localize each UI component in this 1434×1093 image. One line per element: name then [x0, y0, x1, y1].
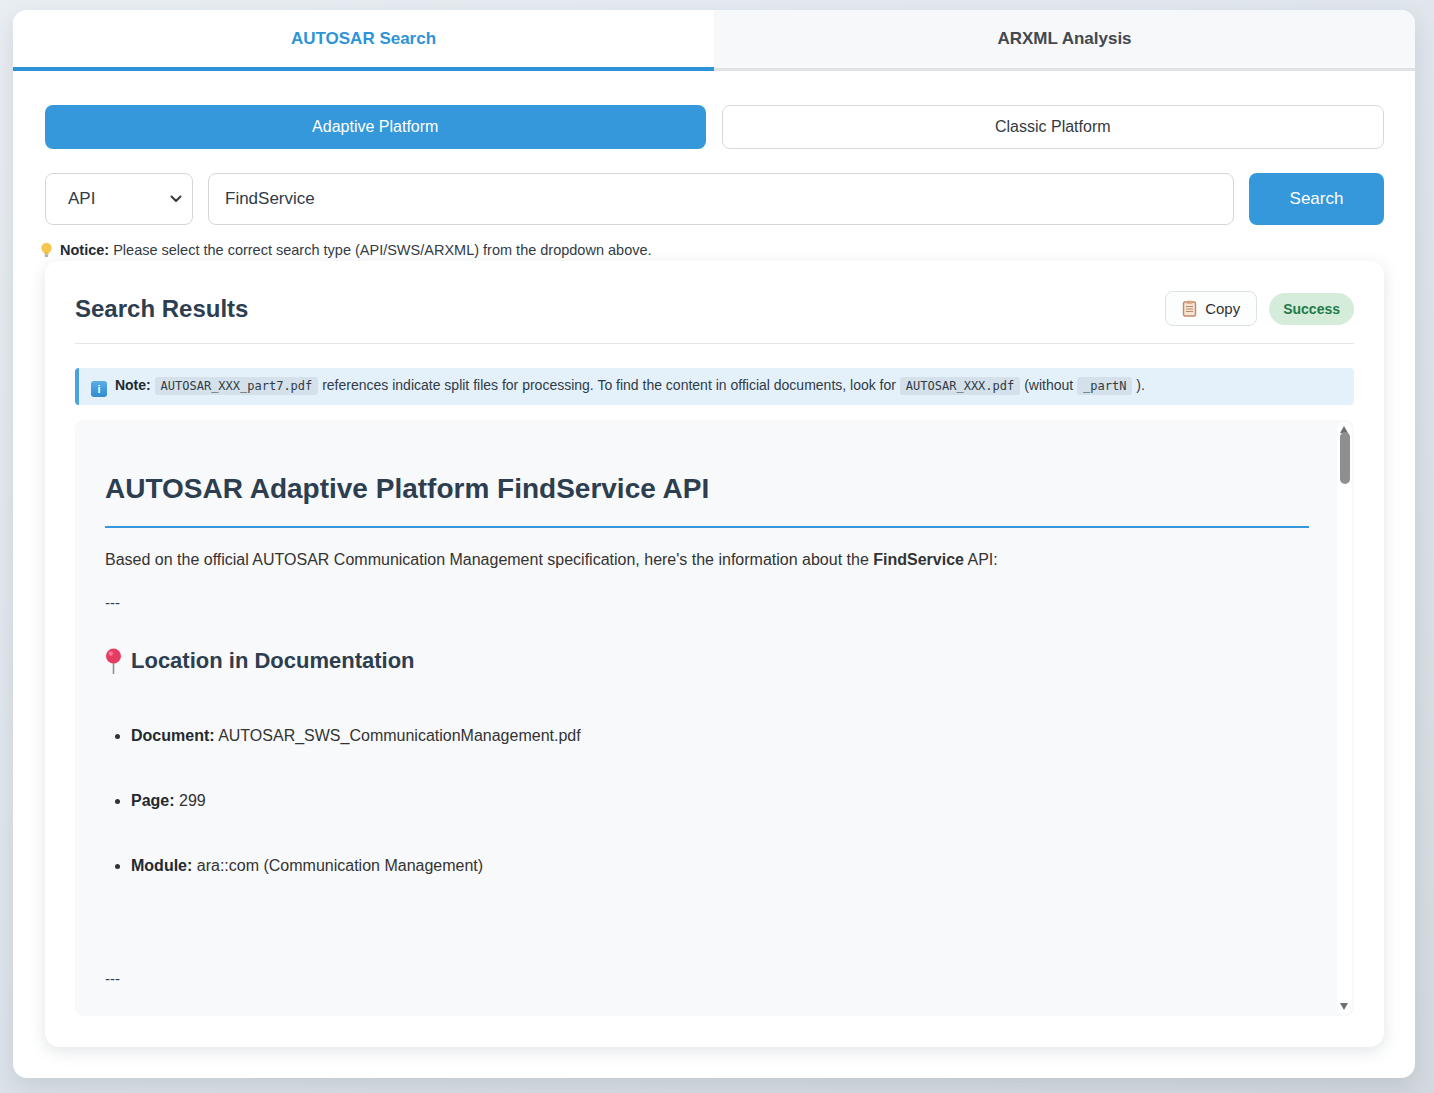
- tab-arxml-analysis[interactable]: ARXML Analysis: [714, 10, 1415, 71]
- documentation-list: Document: AUTOSAR_SWS_CommunicationManag…: [105, 724, 1309, 878]
- classic-platform-button[interactable]: Classic Platform: [722, 105, 1385, 149]
- list-item-module: Module: ara::com (Communication Manageme…: [131, 854, 1309, 878]
- chevron-down-icon: [170, 195, 182, 203]
- list-item-document: Document: AUTOSAR_SWS_CommunicationManag…: [131, 724, 1309, 748]
- copy-button[interactable]: Copy: [1165, 291, 1257, 326]
- pushpin-icon: [105, 648, 122, 675]
- search-type-select[interactable]: API: [45, 173, 193, 225]
- clipboard-icon: [1182, 300, 1197, 317]
- list-item-page: Page: 299: [131, 789, 1309, 813]
- status-badge: Success: [1269, 293, 1354, 325]
- section-heading: Location in Documentation: [105, 648, 1309, 675]
- info-icon: i: [91, 381, 107, 397]
- tab-bar: AUTOSAR Search ARXML Analysis: [13, 10, 1415, 71]
- result-intro: Based on the official AUTOSAR Communicat…: [105, 545, 1309, 574]
- search-type-value: API: [68, 189, 95, 209]
- search-input[interactable]: [208, 173, 1234, 225]
- result-heading: AUTOSAR Adaptive Platform FindService AP…: [105, 472, 1309, 528]
- lightbulb-icon: [39, 242, 54, 258]
- scrollbar-thumb[interactable]: [1340, 432, 1350, 484]
- main-container: AUTOSAR Search ARXML Analysis Adaptive P…: [13, 10, 1415, 1078]
- divider: [75, 343, 1354, 344]
- tab-autosar-search[interactable]: AUTOSAR Search: [13, 10, 714, 71]
- divider-text: ---: [105, 594, 1309, 611]
- scroll-down-arrow[interactable]: [1340, 1003, 1348, 1010]
- divider-text-2: ---: [105, 970, 1309, 987]
- search-button[interactable]: Search: [1249, 173, 1384, 225]
- scrollbar[interactable]: [1337, 422, 1352, 1014]
- notice-text: Notice: Please select the correct search…: [60, 242, 652, 258]
- adaptive-platform-button[interactable]: Adaptive Platform: [45, 105, 706, 149]
- note-banner: i Note: AUTOSAR_XXX_part7.pdf references…: [75, 368, 1354, 405]
- search-results-card: Search Results Copy Success i: [45, 261, 1384, 1047]
- result-content-area[interactable]: AUTOSAR Adaptive Platform FindService AP…: [75, 420, 1354, 1016]
- notice-row: Notice: Please select the correct search…: [39, 242, 1384, 258]
- results-title: Search Results: [75, 295, 248, 323]
